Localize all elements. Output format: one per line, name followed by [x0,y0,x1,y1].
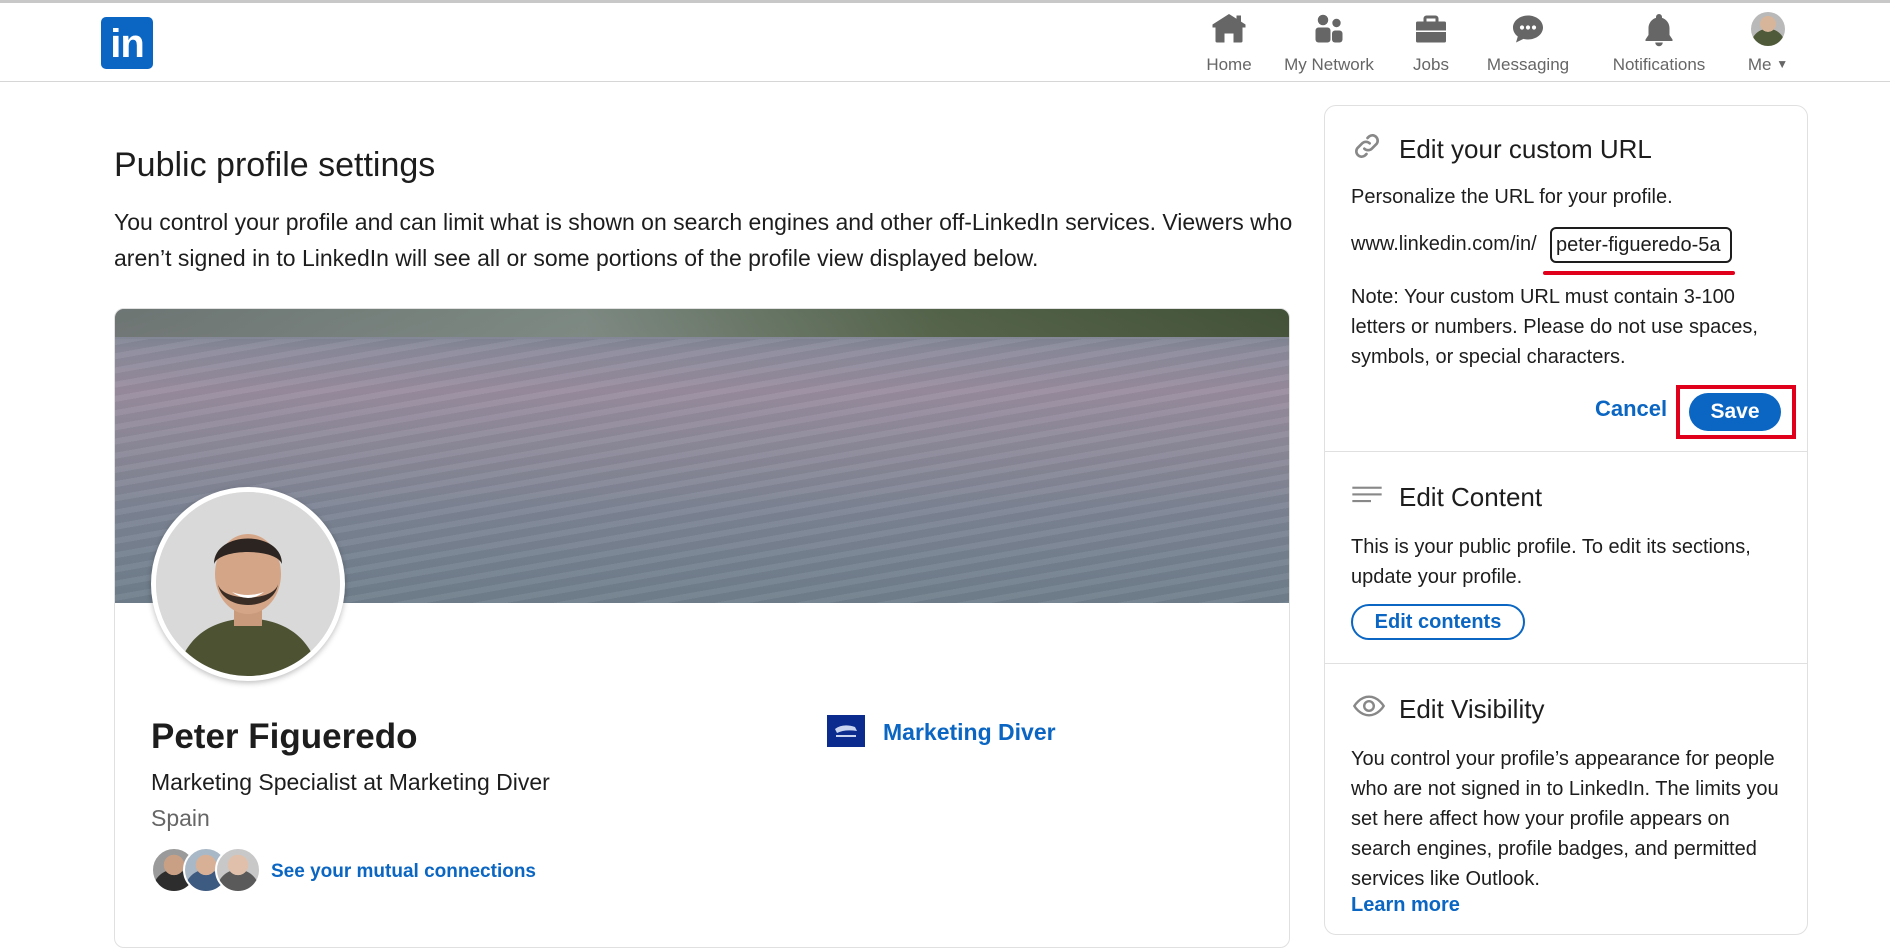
edit-content-text: This is your public profile. To edit its… [1351,536,1751,588]
top-navbar: in Home My Network Jobs Messaging Notifi… [0,3,1890,82]
learn-more-link[interactable]: Learn more [1351,894,1460,917]
link-icon [1355,134,1379,158]
nav-jobs[interactable]: Jobs [1406,11,1456,75]
network-icon [1315,14,1343,43]
briefcase-icon [1416,15,1446,43]
nav-home[interactable]: Home [1193,11,1265,75]
home-icon [1212,14,1246,43]
nav-me-text: Me [1747,55,1772,74]
mutual-connections-link[interactable]: See your mutual connections [271,861,536,883]
mutual-connection-avatars[interactable] [151,847,261,895]
mutual-avatar [215,847,261,893]
url-prefix: www.linkedin.com/in/ [1351,233,1537,255]
page-description: You control your profile and can limit w… [114,209,1293,271]
company-link[interactable]: Marketing Diver [883,719,1056,746]
cancel-button[interactable]: Cancel [1595,396,1667,422]
edit-visibility-title: Edit Visibility [1399,694,1545,724]
nav-notifications[interactable]: Notifications [1604,11,1714,75]
profile-name: Peter Figueredo [151,717,418,756]
nav-messaging-label: Messaging [1486,55,1570,74]
custom-url-section: Edit your custom URL Personalize the URL… [1325,106,1807,452]
eye-icon [1352,695,1386,717]
public-profile-preview: Peter Figueredo Marketing Specialist at … [114,308,1290,948]
edit-visibility-text: You control your profile’s appearance fo… [1351,748,1779,890]
nav-my-network[interactable]: My Network [1276,11,1382,75]
custom-url-subtitle: Personalize the URL for your profile. [1351,186,1673,208]
profile-location: Spain [151,805,210,831]
edit-contents-button[interactable]: Edit contents [1351,604,1525,640]
profile-photo-image [156,492,340,676]
bell-icon [1645,14,1673,47]
nav-my-network-label: My Network [1284,55,1374,74]
messaging-icon [1513,15,1543,43]
nav-me[interactable]: Me ▼ [1740,11,1796,75]
diver-icon [835,725,857,737]
custom-url-title: Edit your custom URL [1399,134,1652,164]
page-title: Public profile settings [114,146,436,184]
custom-url-input[interactable] [1550,227,1732,263]
profile-photo [151,487,345,681]
edit-content-section: Edit Content This is your public profile… [1325,452,1807,664]
nav-me-label: Me ▼ [1740,55,1796,75]
custom-url-note: Note: Your custom URL must contain 3-100… [1351,286,1758,368]
linkedin-logo[interactable]: in [101,17,153,69]
profile-headline: Marketing Specialist at Marketing Diver [151,769,550,795]
caret-down-icon: ▼ [1776,57,1789,71]
nav-jobs-label: Jobs [1413,55,1449,74]
avatar [1751,12,1785,46]
list-icon [1352,486,1382,503]
banner-shoreline [115,309,1289,337]
company-logo[interactable] [827,715,865,747]
nav-messaging[interactable]: Messaging [1480,11,1576,75]
nav-home-label: Home [1206,55,1252,74]
nav-notifications-label: Notifications [1612,55,1706,74]
url-input-highlight [1543,271,1735,275]
save-button[interactable]: Save [1689,393,1781,431]
settings-sidebar: Edit your custom URL Personalize the URL… [1324,105,1808,935]
edit-content-title: Edit Content [1399,482,1543,512]
